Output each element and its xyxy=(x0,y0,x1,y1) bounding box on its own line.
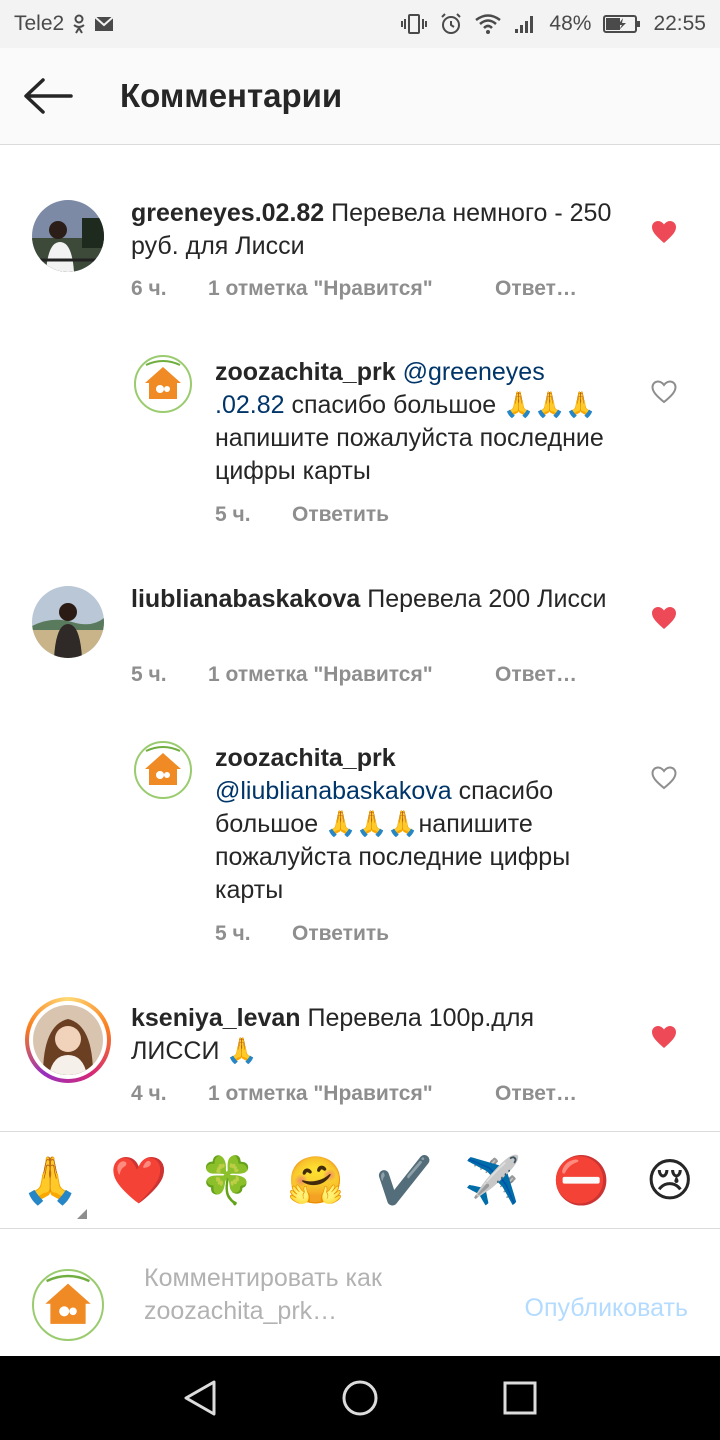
status-bar: Tele2 48% 22:55 xyxy=(0,0,720,48)
nav-recents-button[interactable] xyxy=(490,1368,550,1428)
app-header: Комментарии xyxy=(0,48,720,145)
comment-body: Перевела 200 Лисси xyxy=(360,585,607,613)
more-skin-tones-indicator xyxy=(77,1209,88,1219)
avatar[interactable] xyxy=(134,741,192,799)
emoji-heart-button[interactable]: ❤️ xyxy=(106,1147,172,1213)
comment-time: 5 ч. xyxy=(215,503,251,526)
comment-meta: 5 ч. Ответить xyxy=(215,922,389,946)
heart-filled-icon xyxy=(652,221,676,243)
emoji-checkmark-button[interactable]: ✔️ xyxy=(371,1147,437,1213)
comment-username[interactable]: liublianabaskakova xyxy=(131,585,360,613)
reply-button[interactable]: Ответ… xyxy=(495,277,577,301)
mail-icon xyxy=(94,16,114,32)
emoji-crying-button[interactable]: 😢 xyxy=(637,1147,703,1213)
comment-time: 4 ч. xyxy=(131,1082,167,1105)
reply-button[interactable]: Ответ… xyxy=(495,1082,577,1106)
comment-username[interactable]: kseniya_levan xyxy=(131,1004,301,1032)
heart-outline-icon xyxy=(651,766,677,790)
back-arrow-icon xyxy=(24,78,73,114)
emoji-clover-button[interactable]: 🍀 xyxy=(194,1147,260,1213)
comment-input[interactable]: Комментировать как zoozachita_prk… xyxy=(144,1262,464,1328)
comment-text: liublianabaskakova Перевела 200 Лисси xyxy=(131,583,621,616)
comment-time: 6 ч. xyxy=(131,277,167,300)
comment-time: 5 ч. xyxy=(131,663,167,686)
mention-link[interactable]: @liublianabaskakova xyxy=(215,777,452,805)
likes-count-link[interactable]: 1 отметка "Нравится" xyxy=(208,277,495,301)
carrier-label: Tele2 xyxy=(14,12,65,35)
publish-button[interactable]: Опубликовать xyxy=(525,1294,688,1323)
system-nav-bar xyxy=(0,1356,720,1440)
comment-meta: 4 ч. 1 отметка "Нравится" Ответ… xyxy=(131,1082,577,1106)
comment-time: 5 ч. xyxy=(215,922,251,945)
clock: 22:55 xyxy=(653,12,706,35)
battery-percent: 48% xyxy=(549,12,592,35)
like-button[interactable] xyxy=(649,603,679,633)
likes-count-link[interactable]: 1 отметка "Нравится" xyxy=(208,1082,495,1106)
comment-text: zoozachita_prk @liublianabaskakova спасиб… xyxy=(215,742,625,907)
comment-text: kseniya_levan Перевела 100р.для ЛИССИ 🙏 xyxy=(131,1002,621,1068)
avatar xyxy=(32,1269,104,1341)
reply-button[interactable]: Ответить xyxy=(292,503,389,527)
comment-text: zoozachita_prk @greeneyes .02.82 спасибо… xyxy=(215,356,605,488)
comment-text: greeneyes.02.82 Перевела немного - 250 р… xyxy=(131,197,621,263)
like-button[interactable] xyxy=(649,377,679,407)
heart-outline-icon xyxy=(651,380,677,404)
heart-filled-icon xyxy=(652,607,676,629)
avatar xyxy=(33,1005,103,1075)
comments-list[interactable]: greeneyes.02.82 Перевела немного - 250 р… xyxy=(0,146,720,1131)
heart-filled-icon xyxy=(652,1026,676,1048)
back-button[interactable] xyxy=(0,48,96,145)
emoji-pray-button[interactable]: 🙏 xyxy=(17,1147,88,1219)
alarm-icon xyxy=(439,12,463,36)
nav-back-button[interactable] xyxy=(170,1368,230,1428)
emoji-hug-button[interactable]: 🤗 xyxy=(283,1147,349,1213)
reply-button[interactable]: Ответ… xyxy=(495,663,577,687)
story-ring[interactable] xyxy=(25,997,111,1083)
comment-meta: 6 ч. 1 отметка "Нравится" Ответ… xyxy=(131,277,577,301)
like-button[interactable] xyxy=(649,217,679,247)
comment-meta: 5 ч. 1 отметка "Нравится" Ответ… xyxy=(131,663,577,687)
square-recents-icon xyxy=(503,1381,537,1415)
triangle-back-icon xyxy=(184,1380,216,1416)
comment-username[interactable]: greeneyes.02.82 xyxy=(131,199,324,227)
quick-emoji-bar: 🙏 ❤️ 🍀 🤗 ✔️ ✈️ ⛔ 😢 xyxy=(0,1131,720,1229)
page-title: Комментарии xyxy=(120,77,343,114)
signal-icon xyxy=(513,13,537,35)
wifi-icon xyxy=(475,14,502,34)
avatar[interactable] xyxy=(134,355,192,413)
comment-username[interactable]: zoozachita_prk xyxy=(215,744,396,772)
comment-username[interactable]: zoozachita_prk xyxy=(215,358,396,386)
circle-home-icon xyxy=(342,1380,378,1416)
like-button[interactable] xyxy=(649,1022,679,1052)
comment-meta: 5 ч. Ответить xyxy=(215,503,389,527)
reply-button[interactable]: Ответить xyxy=(292,922,389,946)
emoji-airplane-button[interactable]: ✈️ xyxy=(460,1147,526,1213)
emoji-no-entry-button[interactable]: ⛔ xyxy=(548,1147,614,1213)
odnoklassniki-icon xyxy=(72,14,86,34)
avatar[interactable] xyxy=(32,586,104,658)
vibrate-icon xyxy=(401,13,428,35)
avatar[interactable] xyxy=(32,200,104,272)
nav-home-button[interactable] xyxy=(330,1368,390,1428)
comment-composer: Комментировать как zoozachita_prk… Опубл… xyxy=(0,1230,720,1356)
battery-charging-icon xyxy=(603,14,641,34)
likes-count-link[interactable]: 1 отметка "Нравится" xyxy=(208,663,495,687)
like-button[interactable] xyxy=(649,763,679,793)
